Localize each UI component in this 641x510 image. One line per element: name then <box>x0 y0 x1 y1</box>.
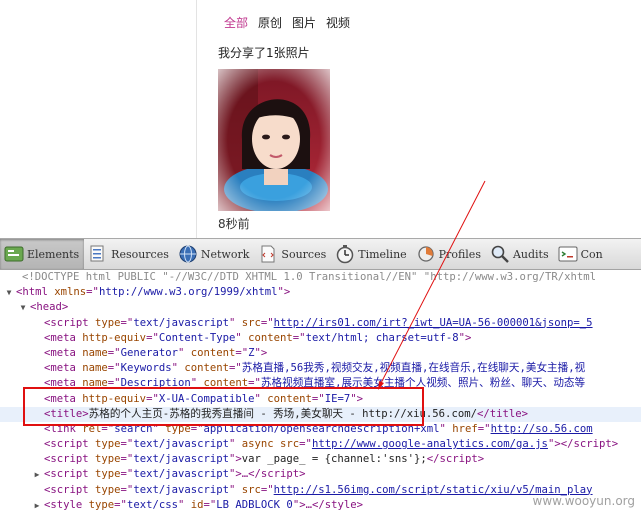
source-line-script-irs01[interactable]: <script type="text/javascript" src="http… <box>0 316 641 331</box>
elements-icon <box>4 244 24 264</box>
source-line-doctype[interactable]: <!DOCTYPE html PUBLIC "-//W3C//DTD XHTML… <box>0 270 641 285</box>
source-line-meta-keywords[interactable]: <meta name="Keywords" content="苏格直播,56我秀… <box>0 361 641 376</box>
collapse-triangle-icon[interactable]: ▶ <box>32 498 42 510</box>
source-line-script-collapsed[interactable]: ▶ <script type="text/javascript">…</scri… <box>0 467 641 482</box>
tab-profiles[interactable]: Profiles <box>412 239 486 269</box>
inline-script-text: var _page_ = {channel:'sns'}; <box>241 453 427 466</box>
source-line-script-inline[interactable]: <script type="text/javascript">var _page… <box>0 452 641 467</box>
tab-original[interactable]: 原创 <box>258 14 282 31</box>
source-line-meta-ua-compatible[interactable]: <meta http-equiv="X-UA-Compatible" conte… <box>0 392 641 407</box>
tab-sources[interactable]: Sources <box>254 239 331 269</box>
tab-console[interactable]: Con <box>554 239 608 269</box>
tab-videos[interactable]: 视频 <box>326 14 350 31</box>
meta-ua-compatible-value: IE=7 <box>324 392 351 405</box>
meta-description-value: 苏格视频直播室,展示美女主播个人视频、照片、粉丝、聊天、动态等 <box>260 377 586 390</box>
expand-triangle-icon[interactable]: ▼ <box>4 285 14 300</box>
resources-icon <box>88 244 108 264</box>
source-line-title[interactable]: <title>苏格的个人主页-苏格的我秀直播间 - 秀场,美女聊天 - http… <box>0 406 641 422</box>
source-line-head[interactable]: ▼ <head> <box>0 300 641 315</box>
title-text: 苏格的个人主页-苏格的我秀直播间 - 秀场,美女聊天 - http://xiu.… <box>88 407 477 420</box>
post-time: 8秒前 <box>218 217 250 231</box>
console-icon <box>558 244 578 264</box>
watermark-text: www.wooyun.org <box>532 494 635 508</box>
elements-source-panel[interactable]: <!DOCTYPE html PUBLIC "-//W3C//DTD XHTML… <box>0 270 641 510</box>
style-id-value: LB_ADBLOCK_0 <box>216 498 293 510</box>
expand-triangle-icon[interactable]: ▼ <box>18 300 28 315</box>
html-xmlns-value: http://www.w3.org/1999/xhtml <box>98 286 278 299</box>
meta-content-type-value: text/html; charset=utf-8 <box>305 331 459 344</box>
source-line-script-ga[interactable]: <script type="text/javascript" async src… <box>0 437 641 452</box>
web-page-area: 全部 原创 图片 视频 我分享了1张照片 8秒前 <box>0 0 641 238</box>
tab-network[interactable]: Network <box>174 239 255 269</box>
share-text: 我分享了1张照片 <box>218 46 310 60</box>
doctype-text: <!DOCTYPE html PUBLIC "-//W3C//DTD XHTML… <box>22 271 597 283</box>
audits-icon <box>490 244 510 264</box>
shared-photo[interactable] <box>218 69 330 211</box>
source-line-html[interactable]: ▼ <html xmlns="http://www.w3.org/1999/xh… <box>0 285 641 300</box>
source-line-meta-description[interactable]: <meta name="Description" content="苏格视频直播… <box>0 376 641 391</box>
meta-keywords-value: 苏格直播,56我秀,视频交友,视频直播,在线音乐,在线聊天,美女主播,视 <box>241 362 586 375</box>
link-href-link[interactable]: http://so.56.com <box>491 423 593 435</box>
tab-audits[interactable]: Audits <box>486 239 554 269</box>
ga-src-link[interactable]: http://www.google-analytics.com/ga.js <box>312 438 548 450</box>
tab-resources[interactable]: Resources <box>84 239 174 269</box>
tab-elements[interactable]: Elements <box>0 239 85 269</box>
tab-timeline[interactable]: Timeline <box>331 239 411 269</box>
collapse-triangle-icon[interactable]: ▶ <box>32 467 42 482</box>
script-src-link[interactable]: http://irs01.com/irt?_iwt_UA=UA-56-00000… <box>274 317 593 329</box>
source-line-meta-generator[interactable]: <meta name="Generator" content="Z"> <box>0 346 641 361</box>
timeline-icon <box>335 244 355 264</box>
network-icon <box>178 244 198 264</box>
profiles-icon <box>416 244 436 264</box>
sources-icon <box>258 244 278 264</box>
source-line-meta-content-type[interactable]: <meta http-equiv="Content-Type" content=… <box>0 331 641 346</box>
feed-tabs: 全部 原创 图片 视频 <box>224 14 350 31</box>
source-line-link[interactable]: <link rel="search" type="application/ope… <box>0 422 641 437</box>
devtools-toolbar: Elements Resources Network Sources Timel… <box>0 238 641 270</box>
tab-all[interactable]: 全部 <box>224 14 248 31</box>
column-divider <box>196 0 197 238</box>
tab-photos[interactable]: 图片 <box>292 14 316 31</box>
